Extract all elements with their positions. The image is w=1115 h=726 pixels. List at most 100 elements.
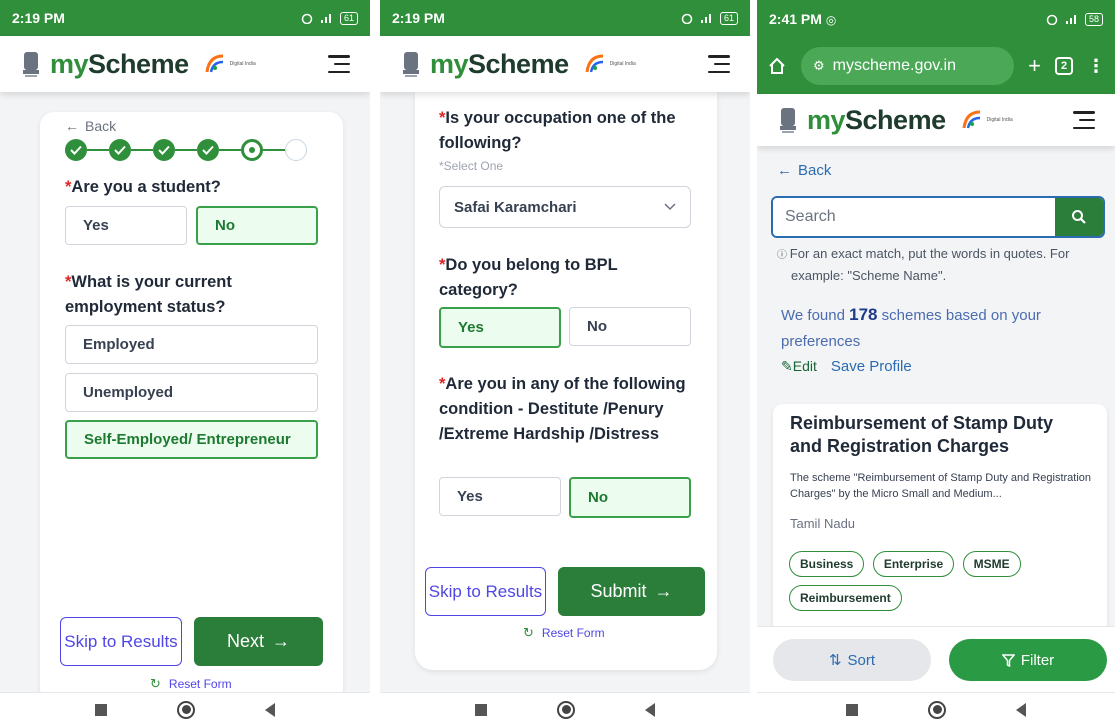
step-pending-icon [285,139,307,161]
scheme-tags: Business Enterprise MSME Reimbursement [789,551,1089,619]
digital-india-icon [205,54,223,73]
brand-logo[interactable]: myScheme Digital India [400,48,636,80]
option-yes[interactable]: Yes [439,477,561,516]
national-emblem-icon [23,52,39,77]
home-icon[interactable] [557,700,575,719]
arrow-right-icon: → [654,581,673,601]
status-icons: 58 [1045,12,1103,26]
battery-icon: 61 [719,11,738,25]
search-hint: ⓘ For an exact match, put the words in q… [777,246,1070,283]
tag-enterprise[interactable]: Enterprise [872,551,955,577]
back-nav-icon[interactable] [645,702,655,717]
app-header: myScheme Digital India [0,36,370,92]
phone-screen-2: 2:19 PM 61 myScheme Digital India *Is yo… [380,0,750,726]
back-link[interactable]: ← Back [777,162,831,179]
battery-icon: 61 [339,11,358,25]
tag-business[interactable]: Business [789,551,865,577]
alarm-icon [681,13,693,24]
status-time: 2:41 PM ◎ [769,11,837,27]
chevron-down-icon [664,203,676,211]
brand-logo[interactable]: myScheme Digital India [777,104,1013,136]
reset-form-link[interactable]: ↻ Reset Form [150,676,232,692]
sort-button[interactable]: ⇅ Sort [773,639,931,681]
digital-india-logo: Digital India [960,108,1013,132]
status-bar: 2:19 PM 61 [380,0,750,36]
more-options-icon[interactable]: ⋮ [1087,56,1105,77]
search-box [771,196,1105,238]
android-nav-bar [380,692,750,726]
occupation-select[interactable]: Safai Karamchari [439,186,691,228]
new-tab-icon[interactable]: + [1028,53,1041,79]
app-header: myScheme Digital India [380,36,750,92]
status-bar: 2:41 PM ◎ 58 [757,0,1115,38]
back-nav-icon[interactable] [265,702,275,717]
home-icon[interactable] [928,700,946,719]
signal-icon [320,14,331,23]
info-icon: ⓘ [777,250,790,261]
scheme-description: The scheme "Reimbursement of Stamp Duty … [790,472,1092,500]
tab-switcher-icon[interactable]: 2 [1055,57,1073,75]
scheme-title[interactable]: Reimbursement of Stamp Duty and Registra… [790,412,1090,458]
android-nav-bar [757,692,1115,726]
edit-link[interactable]: ✎Edit [781,358,817,375]
skip-to-results-button[interactable]: Skip to Results [60,617,182,666]
signal-icon [1065,15,1076,24]
results-summary: We found 178 schemes based on your prefe… [781,305,1041,350]
option-yes[interactable]: Yes [65,206,187,245]
save-profile-link[interactable]: Save Profile [831,358,912,375]
site-settings-icon: ⚙ [813,58,825,73]
battery-icon: 58 [1084,12,1103,26]
filter-button[interactable]: Filter [949,639,1107,681]
digital-india-icon [585,54,603,73]
option-unemployed[interactable]: Unemployed [65,373,318,412]
skip-to-results-button[interactable]: Skip to Results [425,567,546,616]
recents-icon[interactable] [846,703,858,716]
menu-icon[interactable] [1073,111,1095,129]
scheme-card[interactable]: Reimbursement of Stamp Duty and Registra… [773,404,1107,634]
menu-icon[interactable] [708,55,730,73]
pencil-icon: ✎ [781,358,793,374]
question-bpl: *Do you belong to BPL category? [439,256,618,299]
step-complete-icon [153,139,175,161]
back-nav-icon[interactable] [1016,702,1026,717]
national-emblem-icon [780,108,796,133]
recents-icon[interactable] [475,703,487,716]
digital-india-logo: Digital India [203,52,256,76]
myscheme-wordmark: myScheme [807,104,946,135]
arrow-right-icon: → [272,631,290,651]
brand-logo[interactable]: myScheme Digital India [20,48,256,80]
search-input[interactable] [773,198,1055,236]
reset-form-link[interactable]: ↻ Reset Form [523,625,605,641]
submit-button[interactable]: Submit → [558,567,705,616]
option-self-employed[interactable]: Self-Employed/ Entrepreneur [65,420,318,459]
sort-filter-bar: ⇅ Sort Filter [757,626,1115,692]
recents-icon[interactable] [95,703,107,716]
home-icon[interactable] [767,56,787,76]
reset-icon: ↻ [150,676,161,691]
myscheme-wordmark: myScheme [50,48,189,79]
national-emblem-icon [403,52,419,77]
sort-icon: ⇅ [828,652,842,669]
back-link[interactable]: ← Back [65,118,116,134]
search-button[interactable] [1055,198,1103,236]
menu-icon[interactable] [328,55,350,73]
status-icons: 61 [300,11,358,25]
option-no[interactable]: No [196,206,318,245]
phone-screen-3: 2:41 PM ◎ 58 ⚙ myscheme.gov.in + 2 ⋮ myS… [757,0,1115,726]
digital-india-icon [962,110,980,129]
option-no[interactable]: No [569,477,691,518]
url-bar[interactable]: ⚙ myscheme.gov.in [801,47,1015,85]
option-no[interactable]: No [569,307,691,346]
status-icons: 61 [680,11,738,25]
signal-icon [700,14,711,23]
tag-reimbursement[interactable]: Reimbursement [789,585,902,611]
results-count: 178 [849,305,878,324]
home-icon[interactable] [177,700,195,719]
tag-msme[interactable]: MSME [962,551,1021,577]
arrow-left-icon: ← [777,162,792,179]
option-employed[interactable]: Employed [65,325,318,364]
digital-india-logo: Digital India [583,52,636,76]
profile-actions: ✎Edit Save Profile [781,358,912,375]
next-button[interactable]: Next → [194,617,323,666]
option-yes[interactable]: Yes [439,307,561,348]
